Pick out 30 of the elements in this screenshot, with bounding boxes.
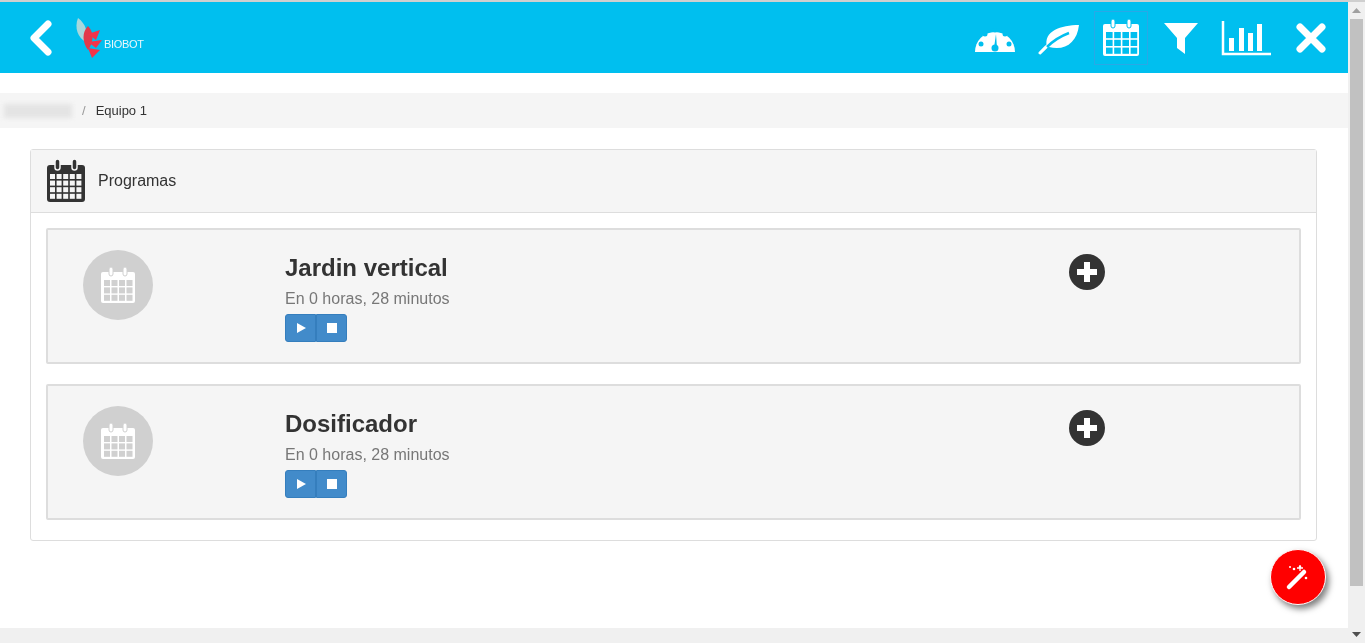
magic-wand-button[interactable] — [1270, 549, 1326, 605]
calendar-icon — [1101, 17, 1141, 58]
plus-circle-icon — [1069, 410, 1105, 446]
program-name: Jardin vertical — [285, 254, 449, 282]
calendar-icon — [46, 159, 86, 203]
stop-button[interactable] — [316, 314, 347, 342]
breadcrumb-separator: / — [82, 103, 86, 118]
stop-icon — [326, 479, 337, 489]
stop-icon — [326, 323, 337, 333]
vertical-scrollbar[interactable] — [1348, 2, 1365, 643]
lotus-logo-icon — [74, 15, 102, 60]
scroll-down-icon[interactable] — [1352, 632, 1361, 637]
program-name: Dosificador — [285, 410, 419, 438]
play-button[interactable] — [285, 470, 316, 498]
nav-button[interactable] — [1094, 10, 1148, 65]
program-schedule: En 0 horas, 28 minutos — [285, 446, 451, 464]
play-icon — [295, 479, 306, 489]
plus-circle-icon — [1069, 254, 1105, 290]
play-icon — [295, 323, 306, 333]
breadcrumb-current: Equipo 1 — [95, 103, 147, 118]
close-icon — [1295, 21, 1327, 54]
bar-chart-icon — [1221, 19, 1271, 56]
program-schedule: En 0 horas, 28 minutos — [285, 290, 451, 308]
panel-title: Programas — [98, 172, 177, 190]
stop-button[interactable] — [316, 470, 347, 498]
play-button[interactable] — [285, 314, 316, 342]
scroll-up-icon[interactable] — [1352, 8, 1361, 13]
add-button[interactable] — [1069, 254, 1105, 290]
logo-text: BIOBOT — [104, 37, 144, 50]
add-button[interactable] — [1069, 410, 1105, 446]
